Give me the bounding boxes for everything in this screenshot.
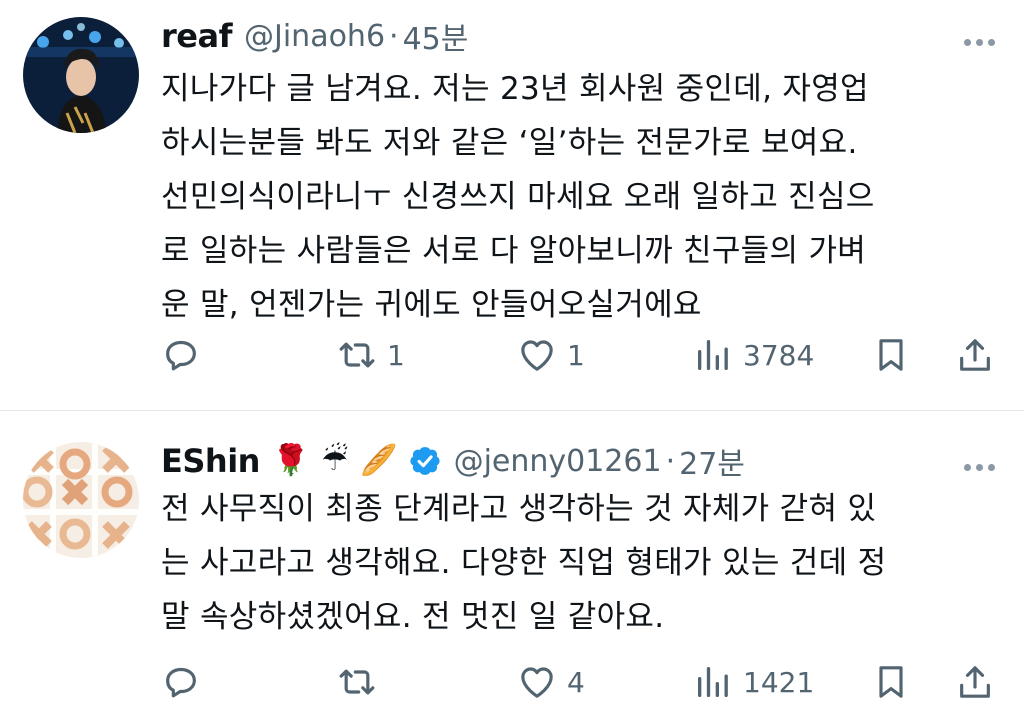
display-name[interactable]: EShin [161, 442, 260, 480]
reply-icon [166, 667, 196, 698]
views-icon [698, 340, 728, 370]
user-handle[interactable]: @Jinaoh6 [244, 19, 385, 54]
tweet-text: 전 사무직이 최종 단계라고 생각하는 것 자체가 갇혀 있 는 사고라고 생각… [161, 482, 1001, 644]
avatar[interactable] [23, 17, 139, 133]
tweet-text-line: 하시는분들 봐도 저와 같은 ‘일’하는 전문가로 보여요. [161, 125, 858, 161]
share-icon [960, 666, 990, 698]
heart-icon [521, 340, 553, 371]
like-button[interactable]: 4 [517, 657, 585, 707]
share-icon [960, 339, 990, 371]
like-button[interactable]: 1 [517, 330, 585, 380]
bookmark-button[interactable] [871, 657, 911, 707]
tweet-text-line: 전 사무직이 최종 단계라고 생각하는 것 자체가 갇혀 있 [161, 491, 877, 527]
retweet-icon [339, 342, 375, 368]
views-count: 3784 [743, 338, 815, 372]
tweet-text-line: 운 말, 언젠가는 귀에도 안들어오실거에요 [161, 287, 702, 323]
reply-icon [166, 340, 196, 371]
separator-dot: · [665, 443, 676, 479]
action-bar: 4 1421 [161, 657, 1001, 707]
views-button[interactable]: 3784 [693, 330, 814, 380]
more-options-icon[interactable] [964, 456, 1004, 471]
tweet-text-line: 로 일하는 사람들은 서로 다 알아보니까 친구들의 가벼 [161, 233, 867, 269]
heart-icon [521, 667, 553, 698]
umbrella-emoji: ☔ [321, 443, 349, 478]
tweet-text-line: 지나가다 글 남겨요. 저는 23년 회사원 중인데, 자영업 [161, 71, 869, 107]
views-icon [698, 667, 728, 697]
tweet[interactable]: reaf @Jinaoh6 · 45분 지나가다 글 남겨요. 저는 23년 회… [0, 0, 1024, 410]
share-button[interactable] [955, 330, 995, 380]
separator-dot: · [389, 18, 399, 54]
retweet-icon [339, 669, 375, 695]
like-count: 4 [567, 665, 585, 699]
action-bar: 1 1 3784 [161, 330, 1001, 380]
user-handle[interactable]: @jenny01261 [454, 444, 662, 479]
more-options-icon[interactable] [964, 31, 1004, 46]
tweet-text-line: 말 속상하셨겠어요. 전 멋진 일 같아요. [161, 599, 665, 635]
tweet-text: 지나가다 글 남겨요. 저는 23년 회사원 중인데, 자영업 하시는분들 봐도… [161, 62, 1001, 332]
bookmark-button[interactable] [871, 330, 911, 380]
timestamp[interactable]: 27분 [679, 439, 745, 483]
reply-button[interactable] [161, 657, 201, 707]
tweet-header: reaf @Jinaoh6 · 45분 [161, 11, 1004, 61]
tweet-text-line: 선민의식이라니ㅜ 신경쓰지 마세요 오래 일하고 진심으 [161, 179, 875, 215]
reply-button[interactable] [161, 330, 201, 380]
timestamp[interactable]: 45분 [403, 14, 469, 58]
share-button[interactable] [955, 657, 995, 707]
views-button[interactable]: 1421 [693, 657, 814, 707]
views-count: 1421 [743, 665, 815, 699]
retweet-count: 1 [387, 338, 405, 372]
display-name[interactable]: reaf [161, 17, 233, 55]
retweet-button[interactable] [337, 657, 387, 707]
bookmark-icon [879, 339, 903, 371]
tweet-header: EShin 🌹 ☔ 🥖 @jenny01261 · 27분 [161, 436, 1004, 486]
like-count: 1 [567, 338, 585, 372]
retweet-button[interactable]: 1 [337, 330, 405, 380]
avatar[interactable] [23, 442, 139, 558]
baguette-emoji: 🥖 [360, 443, 398, 478]
tweet-text-line: 는 사고라고 생각해요. 다양한 직업 형태가 있는 건데 정 [161, 545, 887, 581]
verified-badge-icon[interactable] [408, 444, 442, 478]
rose-emoji: 🌹 [271, 443, 310, 478]
tweet[interactable]: EShin 🌹 ☔ 🥖 @jenny01261 · 27분 전 사무직이 최종 … [0, 411, 1024, 720]
bookmark-icon [879, 666, 903, 698]
